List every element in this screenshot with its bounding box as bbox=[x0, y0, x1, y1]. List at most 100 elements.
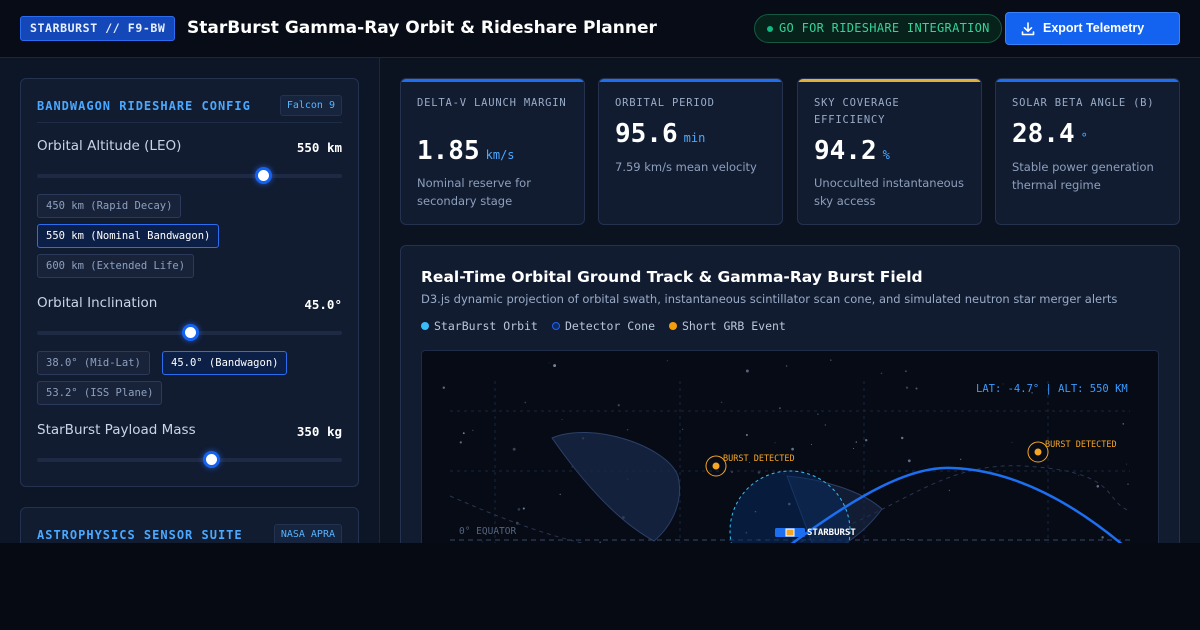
star bbox=[1011, 441, 1013, 443]
metric-card-orbital-period: ORBITAL PERIOD 95.6 min 7.59 km/s mean ve… bbox=[598, 78, 783, 225]
star bbox=[817, 413, 819, 415]
star bbox=[900, 436, 904, 440]
star bbox=[830, 359, 832, 361]
star bbox=[904, 370, 907, 373]
ground-track-panel: Real-Time Orbital Ground Track & Gamma-R… bbox=[400, 245, 1180, 543]
altitude-preset-600[interactable]: 600 km (Extended Life) bbox=[37, 254, 195, 278]
metric-note: Stable power generation thermal regime bbox=[1012, 160, 1154, 192]
metric-unit: ° bbox=[1080, 131, 1088, 145]
top-header: STARBURST // F9-BW StarBurst Gamma-Ray O… bbox=[0, 0, 1200, 58]
metric-number: 95.6 bbox=[615, 119, 678, 149]
metric-value: 94.2% bbox=[814, 136, 890, 166]
star bbox=[1122, 423, 1125, 425]
inclination-value: 45.0° bbox=[304, 297, 342, 312]
metric-card-solar-beta: SOLAR BETA ANGLE (B) 28.4 ° Stable power … bbox=[995, 78, 1180, 225]
inclination-label: Orbital Inclination bbox=[37, 295, 158, 311]
equator-label: 0° EQUATOR bbox=[459, 526, 517, 537]
star bbox=[442, 386, 445, 389]
star bbox=[745, 369, 749, 373]
star bbox=[481, 541, 483, 543]
star bbox=[517, 508, 521, 511]
app-title: StarBurst Gamma-Ray Orbit & Rideshare Pl… bbox=[187, 18, 657, 38]
altitude-value: 550 km bbox=[296, 140, 342, 155]
star bbox=[1127, 483, 1129, 485]
inclination-slider[interactable] bbox=[37, 324, 342, 341]
star bbox=[907, 459, 911, 463]
star bbox=[774, 442, 776, 444]
ground-track-subtitle: D3.js dynamic projection of orbital swat… bbox=[421, 292, 1118, 306]
inclination-preset-45[interactable]: 45.0° (Bandwagon) bbox=[162, 351, 288, 375]
metric-accent-bar bbox=[599, 79, 782, 82]
altitude-slider[interactable] bbox=[37, 167, 342, 184]
star bbox=[915, 387, 918, 390]
star bbox=[853, 448, 855, 449]
altitude-slider-thumb[interactable] bbox=[254, 167, 272, 184]
detector-swath bbox=[551, 431, 680, 542]
star bbox=[824, 424, 826, 426]
legend-orbit-dot bbox=[421, 322, 429, 330]
star bbox=[864, 438, 868, 442]
metric-unit: % bbox=[882, 148, 890, 162]
star bbox=[512, 447, 516, 451]
inclination-preset-53[interactable]: 53.2° (ISS Plane) bbox=[37, 381, 163, 405]
sensor-suite-title: ASTROPHYSICS SENSOR SUITE bbox=[37, 528, 243, 542]
metric-accent-bar bbox=[996, 79, 1179, 82]
metric-number: 94.2 bbox=[814, 136, 877, 166]
star bbox=[960, 458, 962, 460]
funding-tag: NASA APRA bbox=[273, 524, 342, 543]
star bbox=[785, 365, 788, 367]
satellite-icon[interactable] bbox=[775, 528, 805, 537]
altitude-label: Orbital Altitude (LEO) bbox=[37, 138, 182, 154]
rideshare-config-title: BANDWAGON RIDESHARE CONFIG bbox=[37, 99, 251, 113]
download-icon bbox=[1021, 22, 1035, 36]
metric-unit: km/s bbox=[485, 148, 515, 162]
legend-detector-cone: Detector Cone bbox=[552, 318, 655, 334]
star bbox=[626, 429, 629, 431]
metric-note: Nominal reserve for secondary stage bbox=[417, 176, 531, 208]
satellite-label: STARBURST bbox=[807, 528, 856, 538]
metric-card-delta-v: DELTA-V LAUNCH MARGIN 1.85 km/s Nominal r… bbox=[400, 78, 585, 225]
inclination-preset-38[interactable]: 38.0° (Mid-Lat) bbox=[37, 351, 150, 375]
star bbox=[472, 429, 474, 432]
altitude-preset-450[interactable]: 450 km (Rapid Decay) bbox=[37, 194, 182, 218]
metric-label: ORBITAL PERIOD bbox=[615, 97, 715, 109]
star bbox=[855, 441, 858, 443]
star bbox=[682, 428, 684, 430]
star bbox=[1101, 536, 1104, 539]
status-dot-icon bbox=[767, 26, 773, 32]
altitude-preset-550[interactable]: 550 km (Nominal Bandwagon) bbox=[37, 224, 220, 248]
ground-track-map[interactable]: LAT: -4.7° | ALT: 550 KM 0° EQUATOR BURS… bbox=[421, 350, 1159, 543]
inclination-slider-thumb[interactable] bbox=[181, 324, 199, 341]
payload-slider[interactable] bbox=[37, 451, 342, 468]
status-badge: GO FOR RIDESHARE INTEGRATION bbox=[754, 14, 1002, 43]
legend-cone-label: Detector Cone bbox=[565, 319, 656, 333]
coordinate-readout: LAT: -4.7° | ALT: 550 KM bbox=[976, 383, 1128, 395]
ground-track-title: Real-Time Orbital Ground Track & Gamma-R… bbox=[421, 268, 923, 286]
metric-number: 28.4 bbox=[1012, 119, 1075, 149]
star bbox=[948, 489, 951, 492]
star bbox=[617, 403, 621, 407]
metric-value: 95.6 min bbox=[615, 119, 705, 149]
star bbox=[810, 443, 813, 445]
legend-grb-event: Short GRB Event bbox=[669, 318, 786, 334]
legend-orbit-label: StarBurst Orbit bbox=[434, 319, 538, 333]
launch-vehicle-tag: Falcon 9 bbox=[279, 95, 342, 116]
metric-card-sky-coverage: SKY COVERAGE EFFICIENCY 94.2% Unocculted… bbox=[797, 78, 982, 225]
legend-grb-label: Short GRB Event bbox=[682, 319, 786, 333]
metric-label: DELTA-V LAUNCH MARGIN bbox=[417, 97, 567, 109]
star bbox=[553, 364, 557, 368]
mission-badge: STARBURST // F9-BW bbox=[20, 16, 176, 41]
status-text: GO FOR RIDESHARE INTEGRATION bbox=[779, 21, 990, 35]
star bbox=[462, 432, 465, 435]
rideshare-config-card: BANDWAGON RIDESHARE CONFIG Falcon 9 Orbi… bbox=[20, 78, 359, 487]
star bbox=[907, 538, 909, 541]
legend-cone-dot bbox=[552, 322, 560, 330]
star bbox=[559, 493, 561, 496]
payload-slider-thumb[interactable] bbox=[202, 451, 220, 468]
sensor-suite-card: ASTROPHYSICS SENSOR SUITE NASA APRA bbox=[20, 507, 359, 543]
metric-accent-bar bbox=[798, 79, 981, 82]
config-sidebar: BANDWAGON RIDESHARE CONFIG Falcon 9 Orbi… bbox=[0, 58, 380, 543]
export-telemetry-button[interactable]: Export Telemetry bbox=[1005, 12, 1180, 45]
star bbox=[1096, 485, 1100, 488]
star bbox=[522, 507, 525, 510]
